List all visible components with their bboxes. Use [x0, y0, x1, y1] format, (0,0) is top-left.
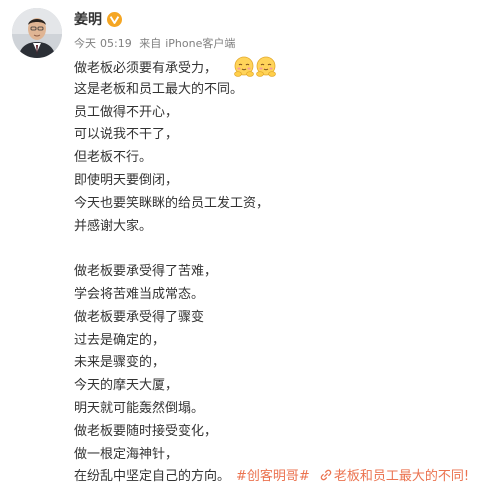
avatar[interactable]: [12, 8, 62, 58]
topic-link[interactable]: 老板和员工最大的不同!: [320, 469, 469, 484]
post-line: 今天的摩天大厦，: [74, 378, 179, 394]
post-line-last: 在纷乱中坚定自己的方向。 #创客明哥# 老板和员工最大的不同!: [74, 466, 494, 489]
post-line: 即使明天要倒闭，: [74, 172, 179, 188]
verified-badge-icon[interactable]: [107, 12, 122, 27]
post-line: 过去是确定的，: [74, 332, 166, 348]
source-link[interactable]: iPhone客户端: [165, 37, 235, 50]
post-line: 做一根定海神针，: [74, 446, 179, 462]
post-line: 明天就可能轰然倒塌。: [74, 400, 205, 416]
post-line-text: 做老板必须要有承受力，: [74, 61, 218, 76]
post-meta: 今天 05:19 来自 iPhone客户端: [74, 36, 235, 52]
hug-emoji-icon: [234, 56, 254, 77]
hashtag-link[interactable]: #创客明哥#: [236, 469, 310, 484]
hug-emoji-icon: [256, 56, 276, 77]
weibo-post: 姜明 今天 05:19 来自 iPhone客户端 做老板必须要有承受力， 这是老…: [0, 0, 499, 491]
post-line: 今天也要笑眯眯的给员工发工资，: [74, 195, 270, 211]
post-line: 做老板必须要有承受力，: [74, 56, 494, 79]
post-line: 这是老板和员工最大的不同。: [74, 81, 244, 97]
post-time[interactable]: 05:19: [100, 37, 132, 50]
post-line: 做老板要承受得了苦难，: [74, 264, 218, 280]
post-line-text: 在纷乱中坚定自己的方向。: [74, 469, 231, 485]
post-line: 做老板要承受得了骤变: [74, 309, 205, 325]
author-name[interactable]: 姜明: [74, 10, 102, 30]
post-content: 做老板必须要有承受力， 这是老板和员工最大的不同。 员工做得不开心， 可以说我不…: [74, 56, 494, 489]
topic-link-text: 老板和员工最大的不同!: [333, 469, 470, 485]
post-line: 学会将苦难当成常态。: [74, 286, 205, 302]
post-line: 员工做得不开心，: [74, 104, 179, 120]
post-day: 今天: [74, 37, 96, 50]
post-line: 并感谢大家。: [74, 218, 153, 234]
source-prefix: 来自: [139, 37, 162, 50]
post-line: 做老板要随时接受变化，: [74, 423, 218, 439]
avatar-image: [12, 8, 62, 58]
post-line: 可以说我不干了，: [74, 127, 179, 143]
post-line: 但老板不行。: [74, 150, 153, 166]
link-icon: [320, 470, 332, 481]
post-line: 未来是骤变的，: [74, 355, 166, 371]
